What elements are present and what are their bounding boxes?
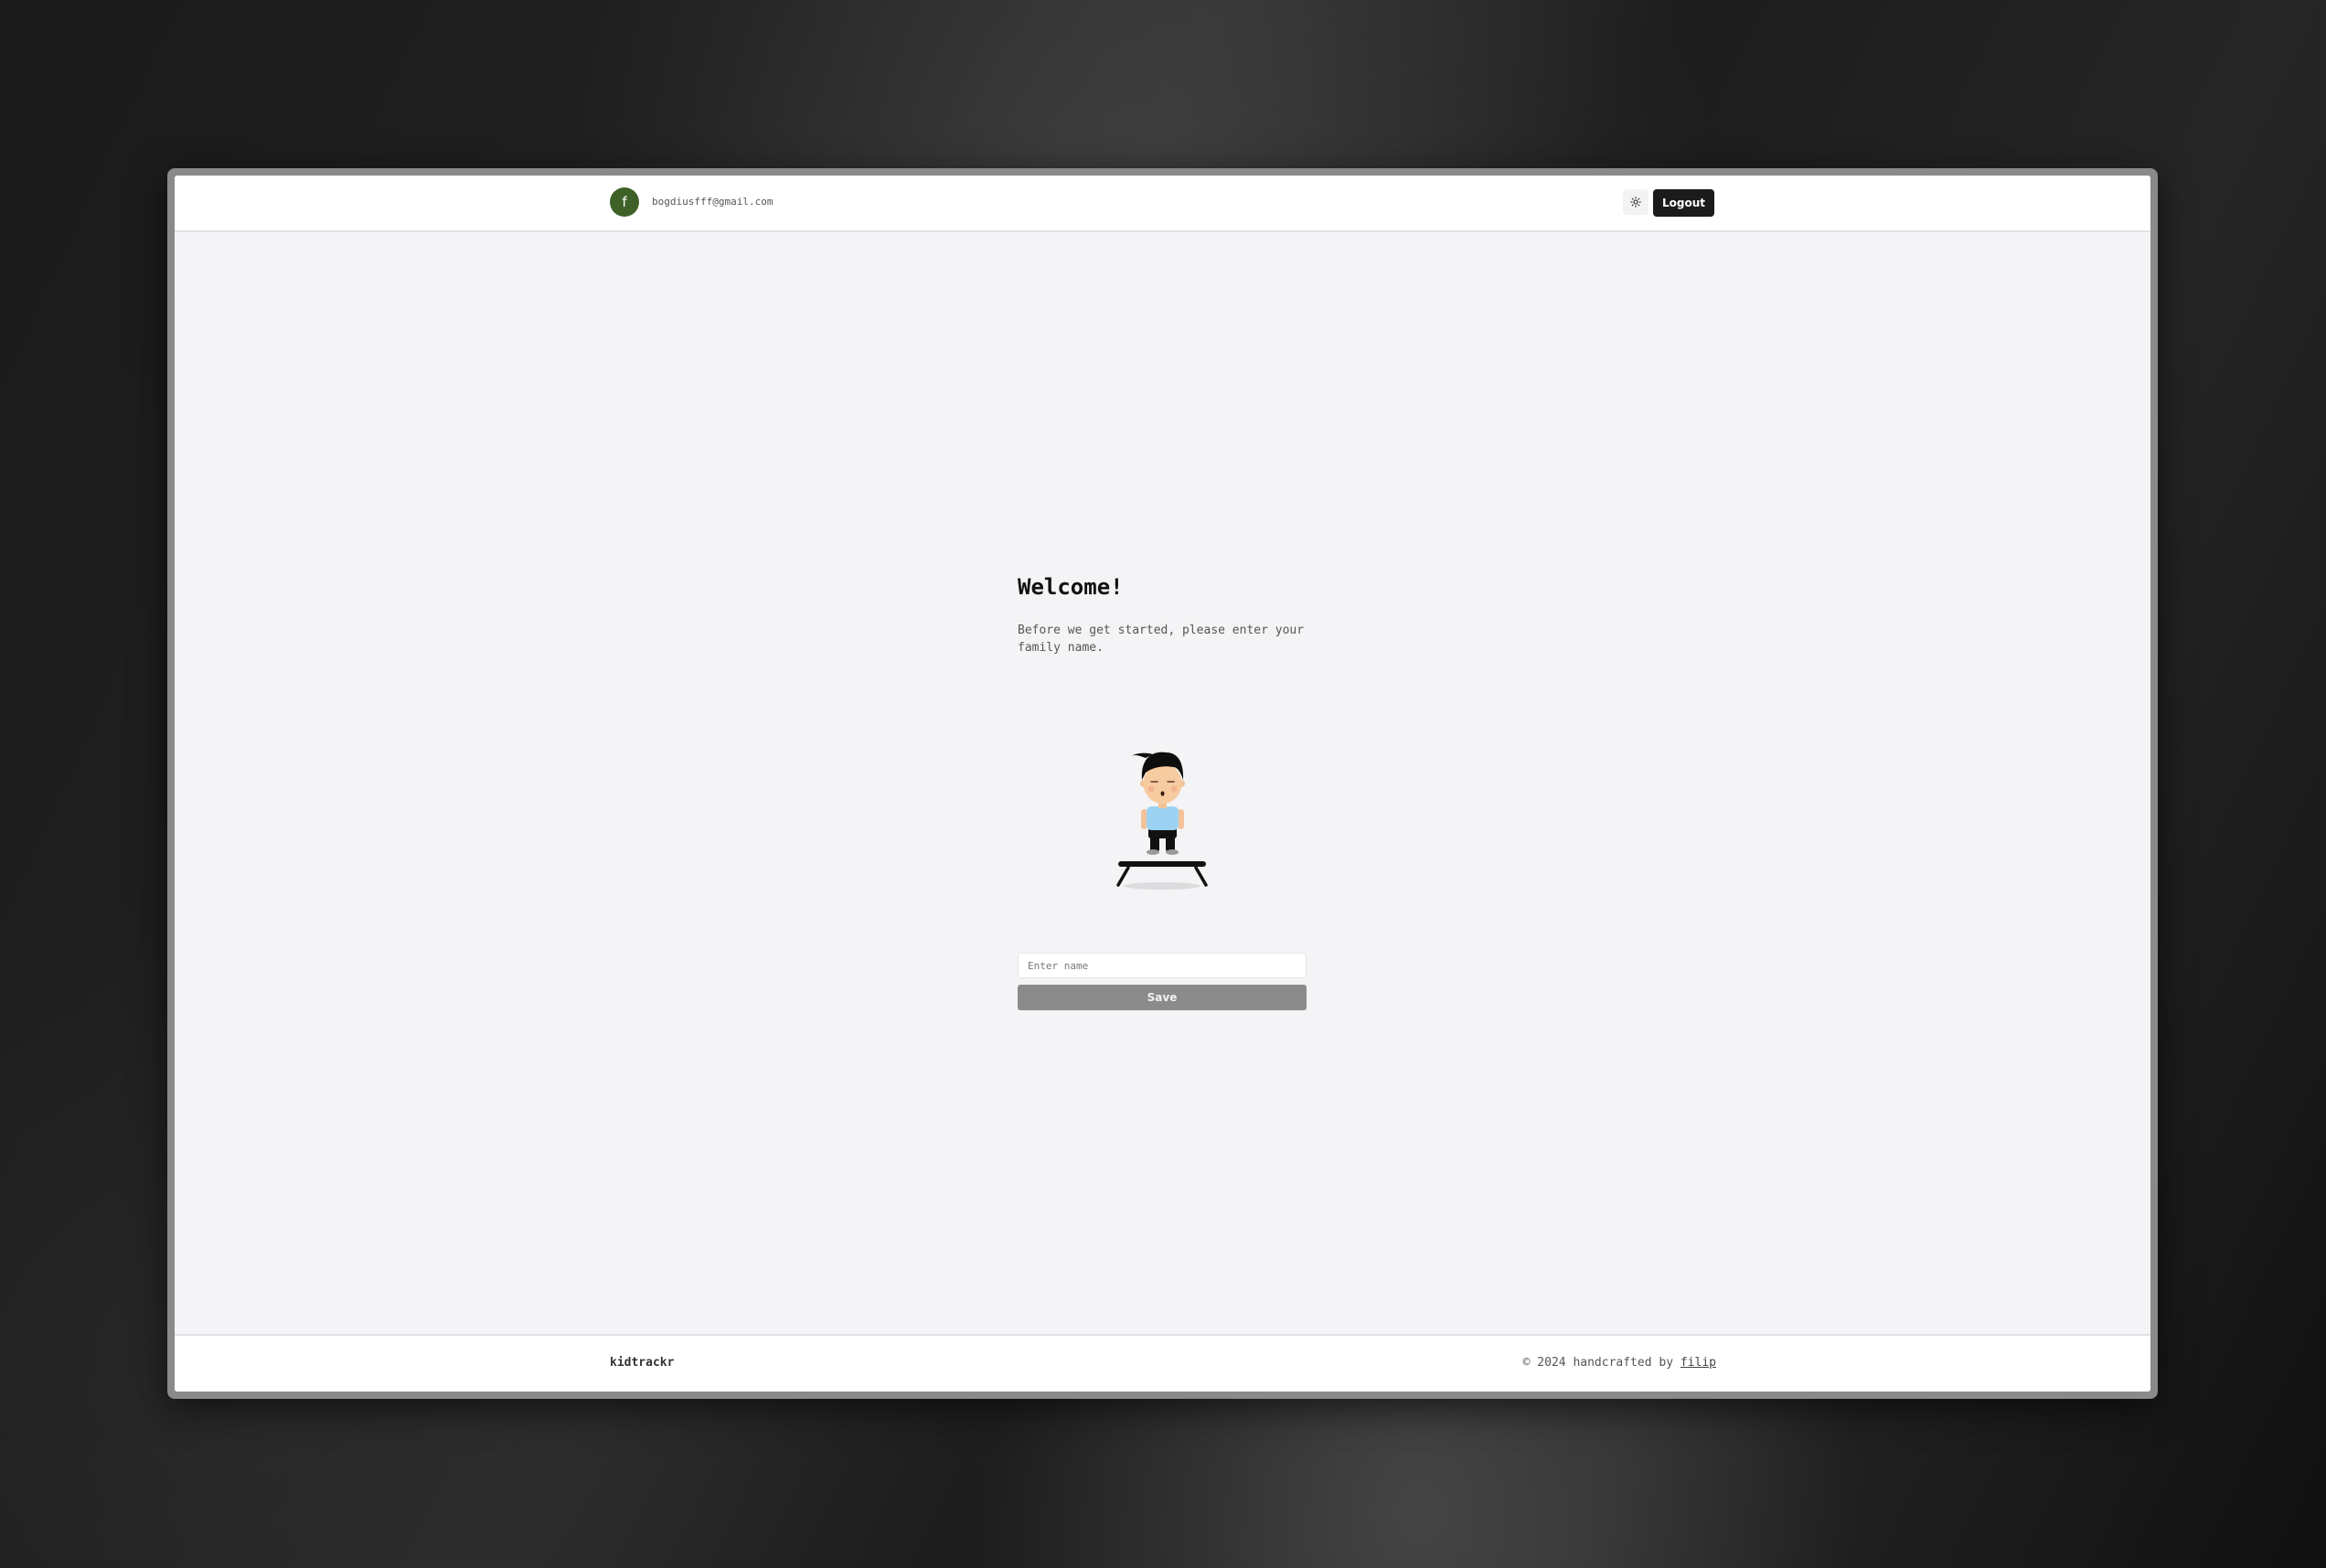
user-avatar[interactable]: f xyxy=(610,187,639,217)
kid-arm-left xyxy=(1141,809,1147,829)
logout-button[interactable]: Logout xyxy=(1653,189,1714,217)
trampoline-shadow xyxy=(1124,882,1200,890)
trampoline-leg-left xyxy=(1116,866,1130,887)
welcome-subtitle: Before we get started, please enter your… xyxy=(1018,624,1305,655)
sun-icon xyxy=(1630,197,1641,208)
page-footer: kidtrackr © 2024 handcrafted by filip xyxy=(175,1334,2150,1392)
kid-cheek-left xyxy=(1147,785,1155,793)
kid-on-trampoline-illustration xyxy=(1116,752,1208,890)
page-viewport: f bogdiusfff@gmail.com Logout Welcome! B… xyxy=(175,176,2150,1392)
theme-toggle-button[interactable] xyxy=(1623,189,1648,215)
footer-copyright: © 2024 handcrafted by filip xyxy=(1523,1356,1716,1370)
footer-brand[interactable]: kidtrackr xyxy=(610,1356,674,1370)
kid-mouth xyxy=(1160,791,1165,796)
kid-shirt xyxy=(1147,806,1179,830)
kid-shoe-right xyxy=(1166,849,1179,855)
kid-arm-right xyxy=(1178,809,1184,829)
family-name-input[interactable] xyxy=(1018,953,1307,978)
author-link[interactable]: filip xyxy=(1680,1356,1716,1370)
kid-shoe-left xyxy=(1147,849,1159,855)
copyright-text: © 2024 handcrafted by xyxy=(1522,1356,1674,1370)
user-email: bogdiusfff@gmail.com xyxy=(652,196,774,208)
top-header: f bogdiusfff@gmail.com Logout xyxy=(175,176,2150,232)
trampoline-leg-right xyxy=(1194,866,1208,887)
kid-cheek-right xyxy=(1170,785,1178,793)
welcome-title: Welcome! xyxy=(1018,574,1124,600)
trampoline-mat xyxy=(1118,861,1206,867)
save-button[interactable]: Save xyxy=(1018,985,1307,1010)
browser-window: f bogdiusfff@gmail.com Logout Welcome! B… xyxy=(167,168,2158,1399)
